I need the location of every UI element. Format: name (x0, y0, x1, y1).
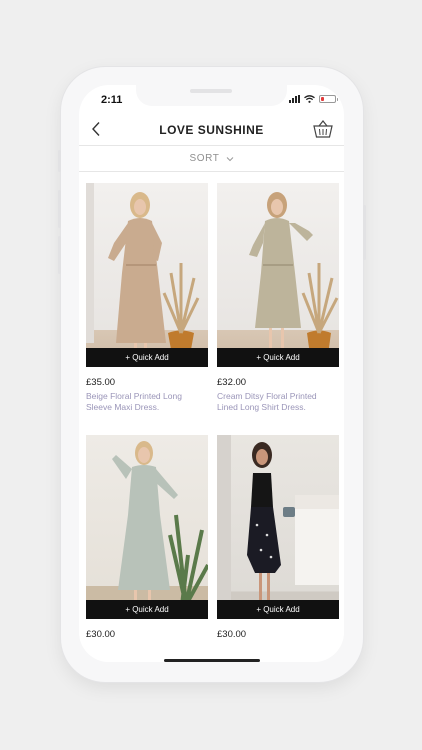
sort-button[interactable]: SORT (79, 145, 344, 172)
power-button (363, 205, 366, 260)
product-image[interactable]: + Quick Add (86, 183, 208, 367)
dress-photo (112, 441, 208, 614)
basket-button[interactable] (312, 118, 334, 140)
dress-photo (249, 192, 339, 356)
product-image[interactable]: + Quick Add (86, 435, 208, 619)
product-card[interactable]: + Quick Add £32.00 Cream Ditsy Floral Pr… (217, 183, 339, 413)
top-nav: LOVE SUNSHINE (79, 118, 344, 144)
page-title: LOVE SUNSHINE (159, 123, 264, 137)
product-name[interactable]: Cream Ditsy Floral Printed Lined Long Sh… (217, 391, 339, 413)
dress-photo (217, 435, 339, 619)
battery-icon (319, 95, 338, 103)
side-button (58, 150, 61, 172)
product-price: £32.00 (217, 377, 247, 388)
quick-add-button[interactable]: + Quick Add (217, 348, 339, 367)
product-card[interactable]: + Quick Add £35.00 Beige Floral Printed … (86, 183, 208, 413)
quick-add-button[interactable]: + Quick Add (86, 600, 208, 619)
product-price: £30.00 (86, 629, 116, 640)
dress-photo (86, 183, 200, 357)
product-name[interactable]: Beige Floral Printed Long Sleeve Maxi Dr… (86, 391, 208, 413)
speaker (190, 89, 232, 93)
product-image[interactable]: + Quick Add (217, 183, 339, 367)
status-icons (289, 95, 338, 103)
quick-add-button[interactable]: + Quick Add (217, 600, 339, 619)
sort-label: SORT (189, 153, 220, 164)
battery-level (321, 97, 324, 101)
product-price: £30.00 (217, 629, 247, 640)
product-card[interactable]: + Quick Add £30.00 (217, 435, 339, 643)
product-price: £35.00 (86, 377, 116, 388)
signal-icon (289, 95, 300, 103)
volume-button (58, 190, 61, 228)
notch (136, 85, 287, 106)
chevron-down-icon (226, 156, 233, 161)
app-screen: 2:11 LOVE SUNSHINE SORT + Quick Add £35.… (79, 85, 344, 662)
product-card[interactable]: + Quick Add £30.00 (86, 435, 208, 643)
product-image[interactable]: + Quick Add (217, 435, 339, 619)
home-indicator[interactable] (164, 659, 260, 662)
volume-button (58, 236, 61, 274)
wifi-icon (304, 95, 315, 103)
quick-add-button[interactable]: + Quick Add (86, 348, 208, 367)
basket-icon (313, 120, 333, 138)
status-time: 2:11 (101, 94, 123, 106)
